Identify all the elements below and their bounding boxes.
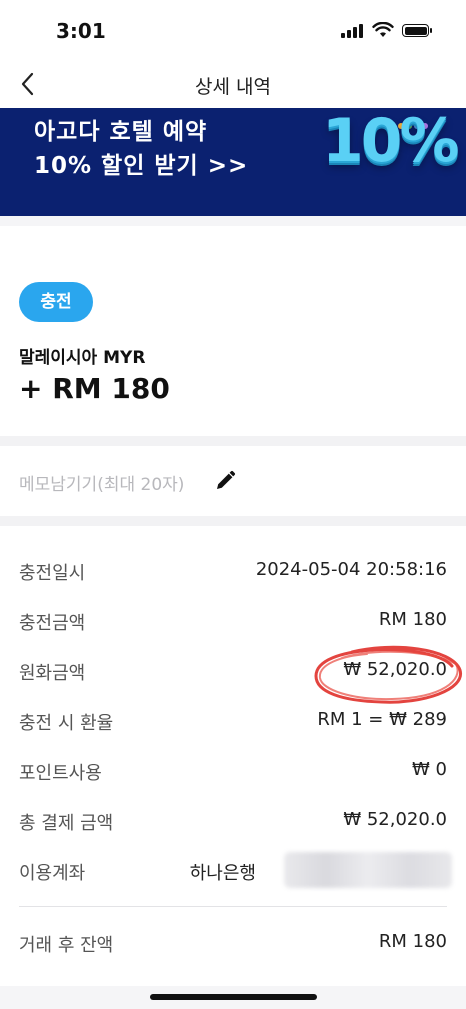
nav-header: 상세 내역: [0, 62, 466, 108]
pencil-icon[interactable]: [214, 470, 236, 492]
banner-promo-graphic: 10%: [322, 108, 460, 176]
detail-value: ₩ 0: [412, 759, 447, 780]
section-divider: [0, 516, 466, 526]
detail-value: RM 1 = ₩ 289: [317, 709, 447, 730]
detail-label: 충전일시: [19, 563, 86, 584]
detail-row-charge-datetime: 충전일시 2024-05-04 20:58:16: [0, 559, 466, 609]
detail-value: ₩ 52,020.0: [343, 809, 447, 830]
detail-label: 원화금액: [19, 663, 86, 684]
banner-line2: 10% 할인 받기 >>: [34, 153, 249, 179]
detail-value: RM 180: [378, 931, 447, 952]
battery-icon: [402, 24, 432, 37]
detail-row-points-used: 포인트사용 ₩ 0: [0, 759, 466, 809]
status-time: 3:01: [56, 19, 106, 43]
memo-placeholder: 메모남기기(최대 20자): [19, 475, 185, 495]
detail-label: 총 결제 금액: [19, 813, 114, 834]
detail-label: 충전 시 환율: [19, 713, 114, 734]
detail-row-exchange-rate: 충전 시 환율 RM 1 = ₩ 289: [0, 709, 466, 759]
promo-banner[interactable]: 아고다 호텔 예약 10% 할인 받기 >> 10%: [0, 108, 466, 216]
status-bar: 3:01: [0, 0, 466, 62]
detail-row-balance: 거래 후 잔액 RM 180: [0, 931, 466, 981]
detail-value: 하나은행: [189, 863, 256, 884]
section-divider: [0, 436, 466, 446]
currency-label: 말레이시아 MYR: [19, 348, 146, 368]
wifi-icon: [372, 22, 394, 37]
page-title: 상세 내역: [195, 76, 271, 98]
detail-value: 2024-05-04 20:58:16: [255, 559, 447, 580]
redacted-account-number: [284, 852, 452, 888]
charge-amount: + RM 180: [19, 372, 170, 405]
red-circle-annotation: [314, 645, 462, 704]
banner-line1: 아고다 호텔 예약: [34, 119, 208, 145]
detail-label: 충전금액: [19, 613, 86, 634]
charge-type-badge: 충전: [19, 282, 93, 322]
home-indicator: [150, 994, 317, 1000]
signal-icon: [341, 24, 363, 38]
section-divider: [0, 216, 466, 226]
row-divider: [19, 906, 447, 907]
detail-value: RM 180: [378, 609, 447, 630]
detail-label: 이용계좌: [19, 863, 86, 884]
detail-label: 거래 후 잔액: [19, 935, 114, 956]
detail-label: 포인트사용: [19, 763, 102, 784]
